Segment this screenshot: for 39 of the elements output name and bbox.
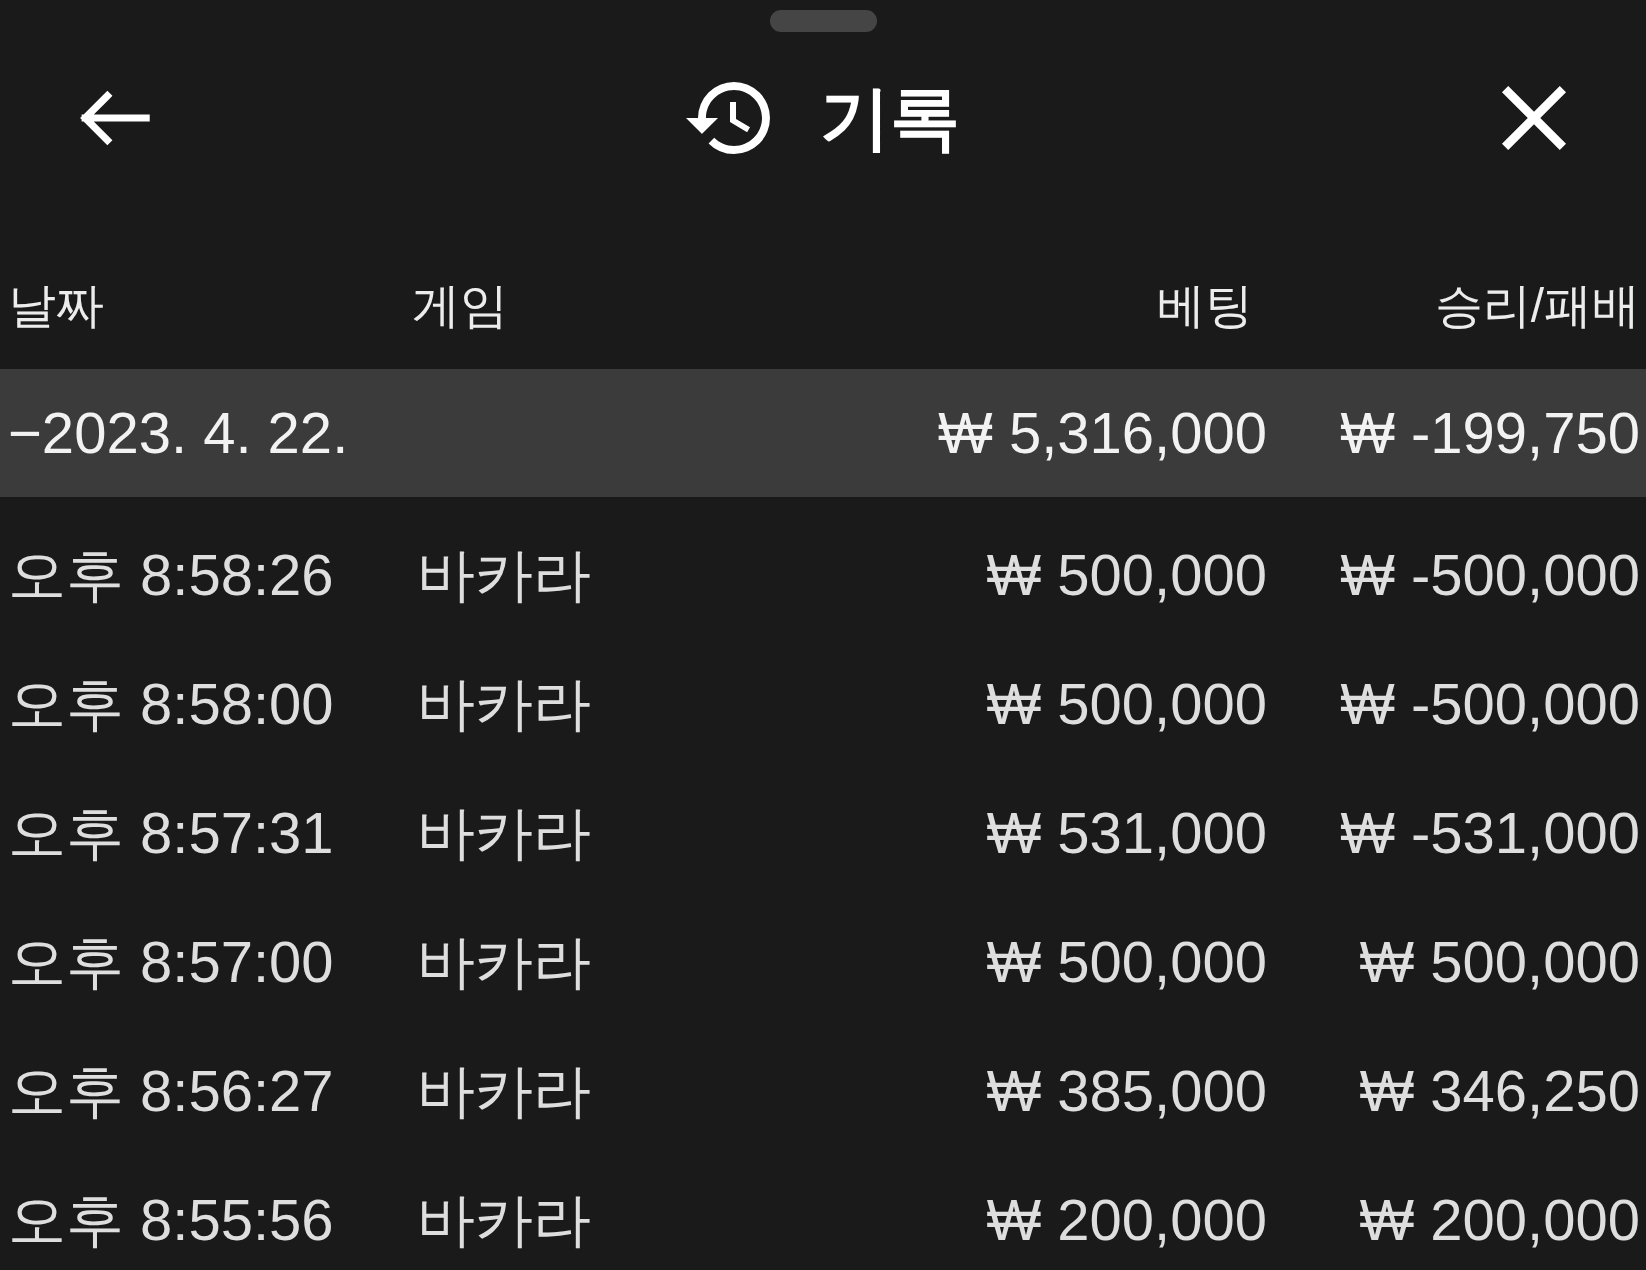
result-column-header: 승리/패배 — [1434, 278, 1640, 334]
time-cell-text: 오후 8:55:56 — [8, 1186, 335, 1253]
bet-cell: ₩ 500,000 — [986, 928, 1267, 995]
result-cell: ₩ 346,250 — [1359, 1057, 1640, 1124]
bet-cell: ₩ 531,000 — [986, 799, 1267, 866]
bet-column-header: 베팅 — [1157, 278, 1253, 334]
back-arrow-icon — [78, 90, 150, 146]
bet-cell: ₩ 200,000 — [986, 1186, 1267, 1253]
time-cell-text: 오후 8:56:27 — [8, 1057, 335, 1124]
game-cell-text: 바카라 — [417, 799, 592, 866]
history-icon — [686, 82, 770, 154]
result-cell: ₩ -531,000 — [1340, 799, 1640, 866]
game-cell-text: 바카라 — [417, 1057, 592, 1124]
close-button[interactable] — [1500, 84, 1568, 152]
result-cell: ₩ 500,000 — [1359, 928, 1640, 995]
date-group-label: −2023. 4. 22. — [8, 400, 349, 466]
game-column-header: 게임 — [412, 278, 508, 334]
date-column-header: 날짜 — [8, 278, 104, 334]
game-cell-text: 바카라 — [417, 670, 592, 737]
bet-cell: ₩ 500,000 — [986, 670, 1267, 737]
bet-cell: ₩ 500,000 — [986, 541, 1267, 608]
sheet-title: 기록 — [820, 79, 960, 157]
result-cell: ₩ -500,000 — [1340, 670, 1640, 737]
time-cell-text: 오후 8:57:31 — [8, 799, 335, 866]
time-cell-text: 오후 8:58:26 — [8, 541, 335, 608]
game-cell-text: 바카라 — [417, 541, 592, 608]
time-cell-text: 오후 8:57:00 — [8, 928, 335, 995]
summary-row[interactable]: −2023. 4. 22. ₩ 5,316,000 ₩ -199,750 — [0, 369, 1646, 497]
result-cell: ₩ 200,000 — [1359, 1186, 1640, 1253]
back-button[interactable] — [78, 90, 150, 146]
game-cell-text: 바카라 — [417, 928, 592, 995]
drag-handle[interactable] — [769, 10, 877, 32]
close-icon — [1500, 84, 1568, 152]
bet-cell: ₩ 385,000 — [986, 1057, 1267, 1124]
bet-total: ₩ 5,316,000 — [938, 400, 1267, 466]
game-cell-text: 바카라 — [417, 1186, 592, 1253]
result-total: ₩ -199,750 — [1340, 400, 1640, 466]
time-cell-text: 오후 8:58:00 — [8, 670, 335, 737]
result-cell: ₩ -500,000 — [1340, 541, 1640, 608]
